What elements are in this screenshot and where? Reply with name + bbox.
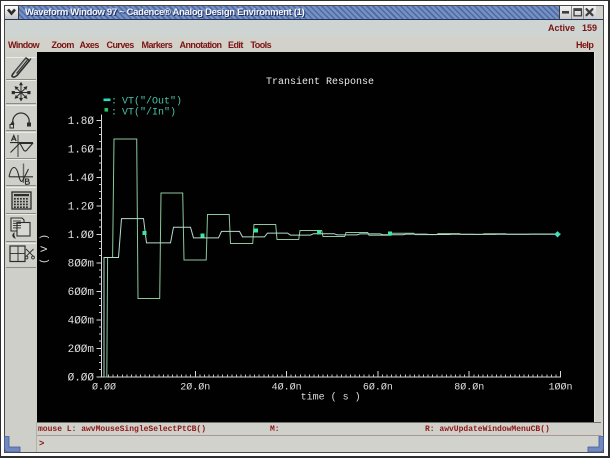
svg-text:8ØØm: 8ØØm	[68, 259, 95, 271]
svg-text:1.6Ø: 1.6Ø	[68, 145, 95, 157]
svg-text:Transient Response: Transient Response	[266, 76, 374, 88]
svg-text:4ØØm: 4ØØm	[68, 316, 95, 328]
svg-text:1ØØn: 1ØØn	[548, 382, 572, 394]
svg-text:Ø.ØØ: Ø.ØØ	[68, 373, 95, 385]
svg-text:2Ø.Øn: 2Ø.Øn	[180, 382, 210, 394]
svg-text:1.2Ø: 1.2Ø	[68, 202, 95, 214]
svg-text::: :	[111, 108, 117, 119]
svg-text:2ØØm: 2ØØm	[68, 344, 95, 356]
svg-text:1.8Ø: 1.8Ø	[68, 116, 95, 128]
svg-text:6Ø.Øn: 6Ø.Øn	[363, 382, 393, 394]
svg-text:6ØØm: 6ØØm	[68, 287, 95, 299]
svg-text:8Ø.Øn: 8Ø.Øn	[454, 382, 484, 394]
svg-text:time ( s ): time ( s )	[301, 392, 361, 404]
svg-text:1.ØØ: 1.ØØ	[68, 230, 95, 242]
svg-text:4Ø.Øn: 4Ø.Øn	[272, 382, 302, 394]
svg-text::: :	[111, 97, 117, 108]
svg-text:VT("/In"): VT("/In")	[122, 107, 176, 119]
svg-text:1.4Ø: 1.4Ø	[68, 173, 95, 185]
svg-text:( V ): ( V )	[39, 234, 51, 264]
svg-text:Ø.ØØ: Ø.ØØ	[92, 382, 116, 394]
svg-text:VT("/Out"): VT("/Out")	[122, 96, 182, 108]
